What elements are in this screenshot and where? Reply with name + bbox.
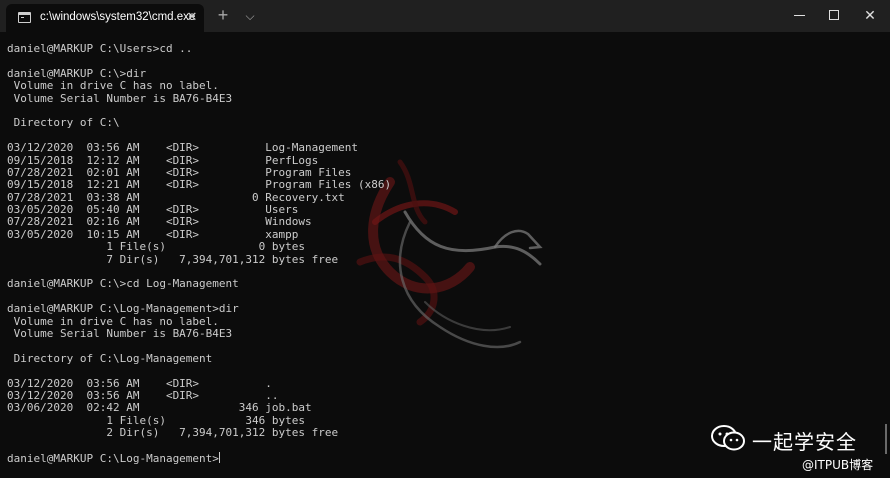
terminal-window: c:\windows\system32\cmd.exe ✕ + ⌵ ✕ dani… <box>0 0 890 478</box>
output-line: Volume Serial Number is BA76-B4E3 <box>7 91 233 105</box>
wechat-icon <box>711 425 745 451</box>
close-button[interactable]: ✕ <box>850 0 890 32</box>
tab-title: c:\windows\system32\cmd.exe <box>40 11 196 23</box>
scrollbar-thumb[interactable] <box>885 424 887 454</box>
tab-dropdown-chevron-icon[interactable]: ⌵ <box>241 7 259 25</box>
output-line: Directory of C:\ <box>7 116 120 130</box>
terminal-output-area[interactable]: daniel@MARKUP C:\Users>cd .. daniel@MARKU… <box>0 32 890 478</box>
output-line: 03/12/2020 03:56 AM <DIR> Log-Management <box>7 141 358 155</box>
scrollbar[interactable] <box>885 32 888 472</box>
output-line: daniel@MARKUP C:\Users>cd .. <box>7 42 193 55</box>
new-tab-button[interactable]: + <box>213 5 233 25</box>
output-line: Volume Serial Number is BA76-B4E3 <box>7 326 233 340</box>
output-line: 07/28/2021 02:16 AM <DIR> Windows <box>7 215 312 229</box>
prompt-line[interactable]: daniel@MARKUP C:\Log-Management> <box>7 451 391 465</box>
output-line: Directory of C:\Log-Management <box>7 351 213 365</box>
output-line: 09/15/2018 12:21 AM <DIR> Program Files … <box>7 178 392 192</box>
output-line: Volume in drive C has no label. <box>7 79 219 93</box>
text-cursor <box>218 451 220 463</box>
console-icon <box>18 12 31 23</box>
command-prompt: daniel@MARKUP C:\Log-Management> <box>7 451 219 465</box>
output-line: 7 Dir(s) 7,394,701,312 bytes free <box>7 252 339 266</box>
tab-cmd[interactable]: c:\windows\system32\cmd.exe ✕ <box>6 4 204 32</box>
output-line: 2 Dir(s) 7,394,701,312 bytes free <box>7 426 339 440</box>
output-line: 1 File(s) 0 bytes <box>7 240 306 254</box>
watermark-name: 一起学安全 <box>752 430 857 454</box>
output-line: 03/06/2020 02:42 AM 346 job.bat <box>7 401 312 415</box>
minimize-button[interactable] <box>780 0 820 32</box>
watermark-subtitle: @ITPUB博客 <box>802 458 874 472</box>
console-text: daniel@MARKUP C:\Users>cd .. daniel@MARKU… <box>7 42 392 465</box>
maximize-button[interactable] <box>815 0 855 32</box>
tab-close-icon[interactable]: ✕ <box>184 8 200 26</box>
maximize-icon <box>829 10 839 20</box>
output-line: daniel@MARKUP C:\Log-Management>dir <box>7 302 239 316</box>
output-line: daniel@MARKUP C:\>cd Log-Management <box>7 277 239 291</box>
watermark: 一起学安全 @ITPUB博客 <box>710 420 885 476</box>
minimize-icon <box>794 15 805 16</box>
title-bar[interactable]: c:\windows\system32\cmd.exe ✕ + ⌵ ✕ <box>0 0 890 32</box>
